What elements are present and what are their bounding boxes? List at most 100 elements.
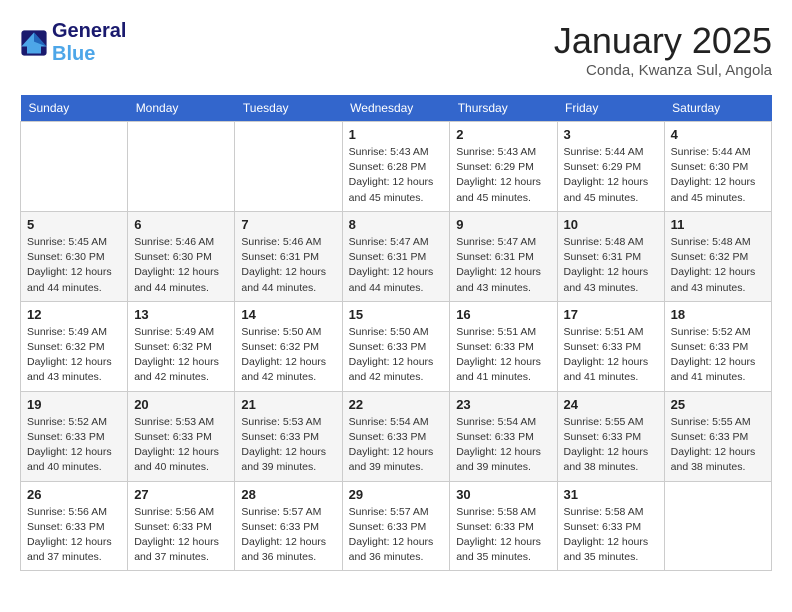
day-info: Sunrise: 5:58 AM Sunset: 6:33 PM Dayligh… — [456, 505, 550, 566]
day-number: 20 — [134, 397, 228, 412]
day-info: Sunrise: 5:43 AM Sunset: 6:28 PM Dayligh… — [349, 145, 444, 206]
calendar-cell: 18Sunrise: 5:52 AM Sunset: 6:33 PM Dayli… — [664, 301, 771, 391]
day-number: 22 — [349, 397, 444, 412]
day-info: Sunrise: 5:46 AM Sunset: 6:30 PM Dayligh… — [134, 235, 228, 296]
day-number: 5 — [27, 217, 121, 232]
calendar-cell — [21, 122, 128, 212]
day-number: 21 — [241, 397, 335, 412]
calendar-cell: 6Sunrise: 5:46 AM Sunset: 6:30 PM Daylig… — [128, 211, 235, 301]
day-number: 18 — [671, 307, 765, 322]
week-row-5: 26 Sunrise: 5:56 AM Sunset: 6:33 PM Dayli… — [21, 481, 772, 571]
day-number: 31 — [564, 487, 658, 502]
calendar-cell: 5 Sunrise: 5:45 AM Sunset: 6:30 PM Daylig… — [21, 211, 128, 301]
day-number: 24 — [564, 397, 658, 412]
day-header-saturday: Saturday — [664, 95, 771, 122]
day-number: 29 — [349, 487, 444, 502]
day-number: 8 — [349, 217, 444, 232]
day-number: 3 — [564, 127, 658, 142]
day-number: 17 — [564, 307, 658, 322]
day-info: Sunrise: 5:51 AM Sunset: 6:33 PM Dayligh… — [456, 325, 550, 386]
day-info: Sunrise: 5:53 AM Sunset: 6:33 PM Dayligh… — [134, 415, 228, 476]
day-info: Sunrise: 5:43 AM Sunset: 6:29 PM Dayligh… — [456, 145, 550, 206]
day-info: Sunrise: 5:53 AM Sunset: 6:33 PM Dayligh… — [241, 415, 335, 476]
day-number: 27 — [134, 487, 228, 502]
calendar-cell: 22 Sunrise: 5:54 AM Sunset: 6:33 PM Dayli… — [342, 391, 450, 481]
calendar-cell: 1 Sunrise: 5:43 AM Sunset: 6:28 PM Daylig… — [342, 122, 450, 212]
calendar-cell: 21 Sunrise: 5:53 AM Sunset: 6:33 PM Dayli… — [235, 391, 342, 481]
day-number: 23 — [456, 397, 550, 412]
day-number: 28 — [241, 487, 335, 502]
day-info: Sunrise: 5:52 AM Sunset: 6:33 PM Dayligh… — [27, 415, 121, 476]
week-row-3: 12Sunrise: 5:49 AM Sunset: 6:32 PM Dayli… — [21, 301, 772, 391]
calendar-cell: 2 Sunrise: 5:43 AM Sunset: 6:29 PM Daylig… — [450, 122, 557, 212]
calendar-cell: 14Sunrise: 5:50 AM Sunset: 6:32 PM Dayli… — [235, 301, 342, 391]
day-info: Sunrise: 5:54 AM Sunset: 6:33 PM Dayligh… — [456, 415, 550, 476]
calendar-cell: 25 Sunrise: 5:55 AM Sunset: 6:33 PM Dayli… — [664, 391, 771, 481]
day-number: 19 — [27, 397, 121, 412]
calendar-cell: 4Sunrise: 5:44 AM Sunset: 6:30 PM Daylig… — [664, 122, 771, 212]
calendar-cell — [235, 122, 342, 212]
title-block: January 2025 Conda, Kwanza Sul, Angola — [554, 20, 772, 79]
calendar-cell: 28 Sunrise: 5:57 AM Sunset: 6:33 PM Dayli… — [235, 481, 342, 571]
day-info: Sunrise: 5:55 AM Sunset: 6:33 PM Dayligh… — [564, 415, 658, 476]
calendar-cell: 13 Sunrise: 5:49 AM Sunset: 6:32 PM Dayli… — [128, 301, 235, 391]
day-info: Sunrise: 5:48 AM Sunset: 6:31 PM Dayligh… — [564, 235, 658, 296]
calendar-table: SundayMondayTuesdayWednesdayThursdayFrid… — [20, 95, 772, 571]
day-info: Sunrise: 5:47 AM Sunset: 6:31 PM Dayligh… — [349, 235, 444, 296]
calendar-cell: 7 Sunrise: 5:46 AM Sunset: 6:31 PM Daylig… — [235, 211, 342, 301]
day-header-friday: Friday — [557, 95, 664, 122]
logo-text: General Blue — [52, 20, 126, 66]
calendar-cell: 26Sunrise: 5:56 AM Sunset: 6:33 PM Dayli… — [21, 481, 128, 571]
calendar-cell — [128, 122, 235, 212]
day-number: 2 — [456, 127, 550, 142]
day-info: Sunrise: 5:46 AM Sunset: 6:31 PM Dayligh… — [241, 235, 335, 296]
day-info: Sunrise: 5:47 AM Sunset: 6:31 PM Dayligh… — [456, 235, 550, 296]
calendar-cell: 29 Sunrise: 5:57 AM Sunset: 6:33 PM Dayli… — [342, 481, 450, 571]
week-row-4: 19 Sunrise: 5:52 AM Sunset: 6:33 PM Dayli… — [21, 391, 772, 481]
day-number: 30 — [456, 487, 550, 502]
calendar-cell: 8 Sunrise: 5:47 AM Sunset: 6:31 PM Daylig… — [342, 211, 450, 301]
day-info: Sunrise: 5:56 AM Sunset: 6:33 PM Dayligh… — [134, 505, 228, 566]
location: Conda, Kwanza Sul, Angola — [554, 62, 772, 79]
calendar-cell: 24 Sunrise: 5:55 AM Sunset: 6:33 PM Dayli… — [557, 391, 664, 481]
day-number: 26 — [27, 487, 121, 502]
day-info: Sunrise: 5:57 AM Sunset: 6:33 PM Dayligh… — [241, 505, 335, 566]
calendar-cell: 15Sunrise: 5:50 AM Sunset: 6:33 PM Dayli… — [342, 301, 450, 391]
day-info: Sunrise: 5:51 AM Sunset: 6:33 PM Dayligh… — [564, 325, 658, 386]
day-header-sunday: Sunday — [21, 95, 128, 122]
day-number: 13 — [134, 307, 228, 322]
calendar-cell: 31Sunrise: 5:58 AM Sunset: 6:33 PM Dayli… — [557, 481, 664, 571]
calendar-cell: 23 Sunrise: 5:54 AM Sunset: 6:33 PM Dayli… — [450, 391, 557, 481]
day-number: 15 — [349, 307, 444, 322]
day-info: Sunrise: 5:57 AM Sunset: 6:33 PM Dayligh… — [349, 505, 444, 566]
day-number: 11 — [671, 217, 765, 232]
day-number: 10 — [564, 217, 658, 232]
calendar-header-row: SundayMondayTuesdayWednesdayThursdayFrid… — [21, 95, 772, 122]
day-header-monday: Monday — [128, 95, 235, 122]
calendar-cell: 17 Sunrise: 5:51 AM Sunset: 6:33 PM Dayli… — [557, 301, 664, 391]
calendar-cell: 10 Sunrise: 5:48 AM Sunset: 6:31 PM Dayli… — [557, 211, 664, 301]
page-header: General Blue January 2025 Conda, Kwanza … — [20, 20, 772, 79]
day-header-thursday: Thursday — [450, 95, 557, 122]
calendar-cell: 20 Sunrise: 5:53 AM Sunset: 6:33 PM Dayli… — [128, 391, 235, 481]
day-number: 4 — [671, 127, 765, 142]
day-number: 7 — [241, 217, 335, 232]
day-number: 9 — [456, 217, 550, 232]
day-info: Sunrise: 5:48 AM Sunset: 6:32 PM Dayligh… — [671, 235, 765, 296]
day-info: Sunrise: 5:45 AM Sunset: 6:30 PM Dayligh… — [27, 235, 121, 296]
day-number: 14 — [241, 307, 335, 322]
day-number: 16 — [456, 307, 550, 322]
calendar-cell: 27 Sunrise: 5:56 AM Sunset: 6:33 PM Dayli… — [128, 481, 235, 571]
calendar-cell: 11 Sunrise: 5:48 AM Sunset: 6:32 PM Dayli… — [664, 211, 771, 301]
week-row-1: 1 Sunrise: 5:43 AM Sunset: 6:28 PM Daylig… — [21, 122, 772, 212]
week-row-2: 5 Sunrise: 5:45 AM Sunset: 6:30 PM Daylig… — [21, 211, 772, 301]
day-info: Sunrise: 5:54 AM Sunset: 6:33 PM Dayligh… — [349, 415, 444, 476]
day-info: Sunrise: 5:55 AM Sunset: 6:33 PM Dayligh… — [671, 415, 765, 476]
day-info: Sunrise: 5:49 AM Sunset: 6:32 PM Dayligh… — [27, 325, 121, 386]
day-info: Sunrise: 5:49 AM Sunset: 6:32 PM Dayligh… — [134, 325, 228, 386]
calendar-cell — [664, 481, 771, 571]
day-info: Sunrise: 5:44 AM Sunset: 6:29 PM Dayligh… — [564, 145, 658, 206]
calendar-cell: 12Sunrise: 5:49 AM Sunset: 6:32 PM Dayli… — [21, 301, 128, 391]
day-number: 1 — [349, 127, 444, 142]
day-number: 25 — [671, 397, 765, 412]
